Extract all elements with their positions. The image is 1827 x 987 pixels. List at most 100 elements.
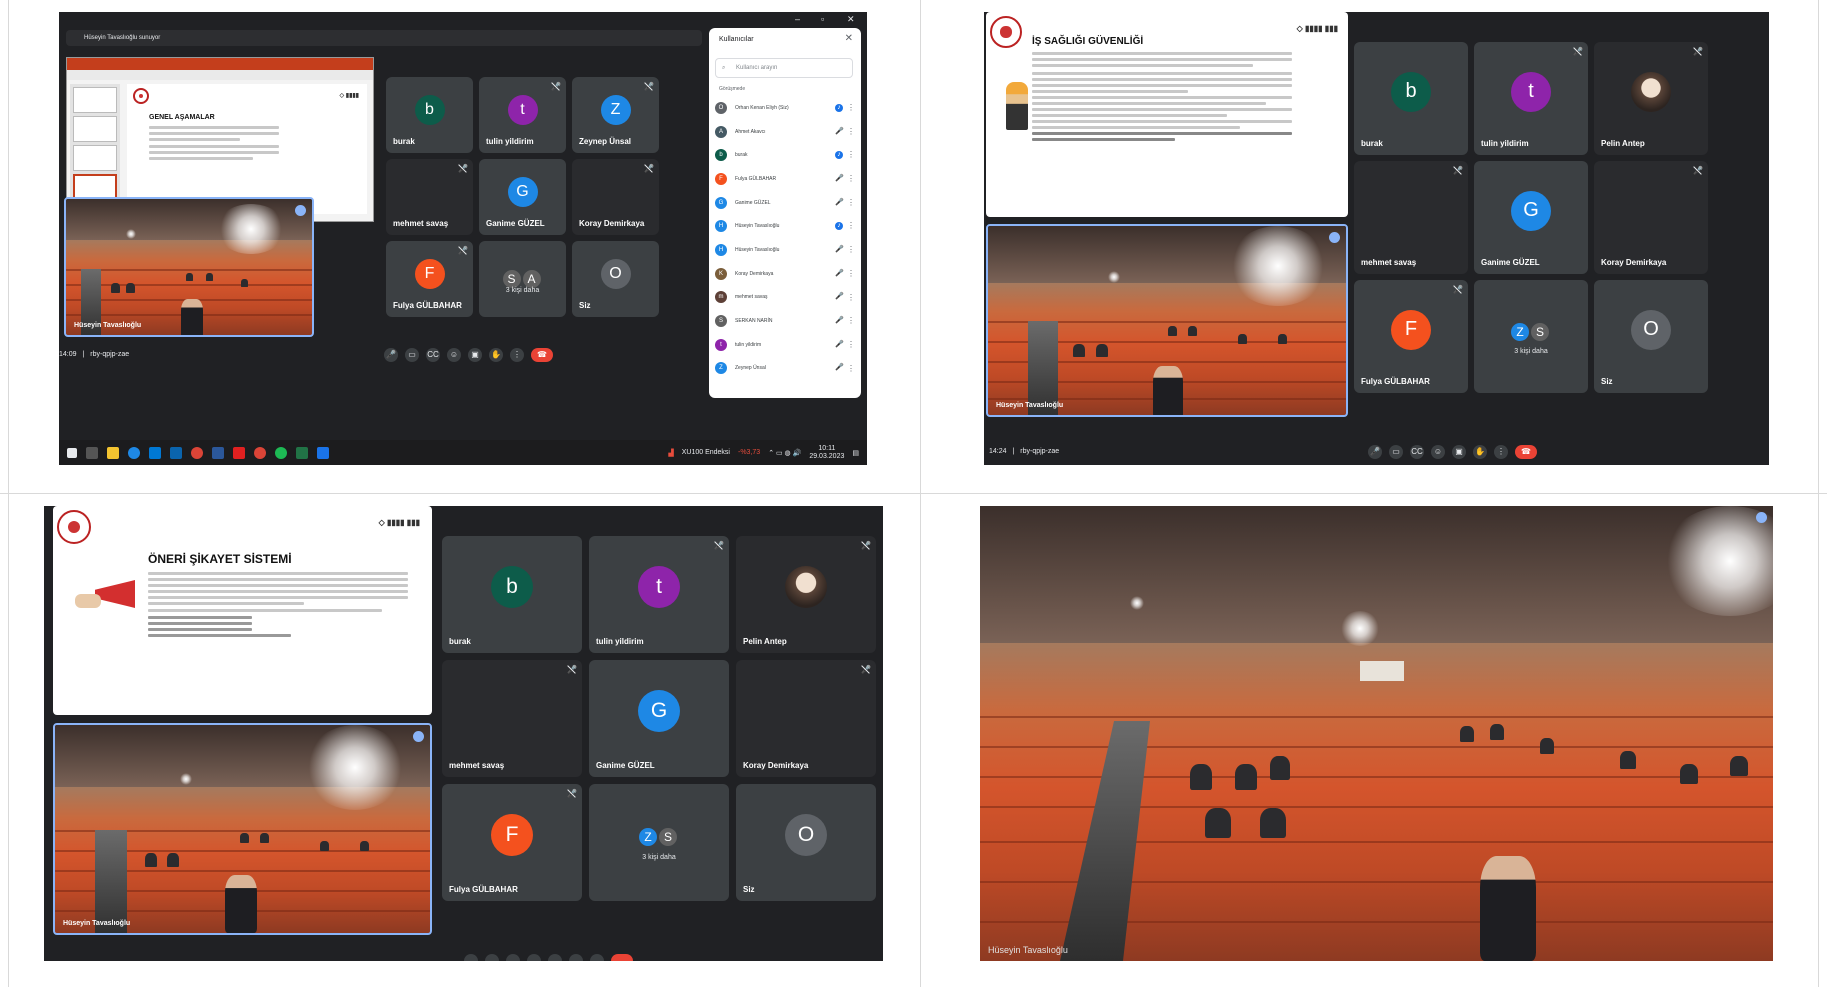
participant-tile[interactable]: Koray Demirkaya 🎤 — [736, 660, 876, 777]
captions-icon[interactable] — [506, 954, 520, 961]
participant-tile[interactable]: mehmet savaş 🎤 — [442, 660, 582, 777]
participant-tile[interactable]: b burak — [386, 77, 473, 153]
people-list-item[interactable]: b burak ♪ ⋮ — [715, 143, 857, 167]
more-options-icon[interactable]: ⋮ — [847, 340, 855, 349]
more-options-icon[interactable]: ⋮ — [847, 293, 855, 302]
participant-tile[interactable]: Pelin Antep 🎤 — [736, 536, 876, 653]
notifications-icon[interactable]: ▤ — [852, 449, 859, 457]
participant-tile[interactable]: b burak — [1354, 42, 1468, 155]
camera-tile-q3[interactable]: Hüseyin Tavaslıoğlu — [53, 723, 432, 935]
people-search-input[interactable]: ⌕ Kullanıcı arayın — [715, 58, 853, 78]
participant-tile[interactable]: O Siz — [1594, 280, 1708, 393]
people-list-item[interactable]: m mehmet savaş 🎤 ⋮ — [715, 286, 857, 310]
participant-tile[interactable]: G Ganime GÜZEL — [479, 159, 566, 235]
participant-tile[interactable]: G Ganime GÜZEL — [589, 660, 729, 777]
more-options-icon[interactable] — [590, 954, 604, 961]
participant-tile[interactable]: b burak — [442, 536, 582, 653]
people-list-item[interactable]: O Orhan Kenan Eliyh (Siz) ♪ ⋮ — [715, 96, 857, 120]
more-options-icon[interactable]: ⋮ — [847, 198, 855, 207]
more-options-icon[interactable]: ⋮ — [847, 221, 855, 230]
participant-tile[interactable]: SA3 kişi daha — [479, 241, 566, 317]
mic-icon[interactable]: 🎤 — [384, 348, 398, 362]
participant-tile[interactable]: Z Zeynep Ünsal 🎤 — [572, 77, 659, 153]
people-list-item[interactable]: S SERKAN NARİN 🎤 ⋮ — [715, 309, 857, 333]
participant-tile[interactable]: F Fulya GÜLBAHAR 🎤 — [442, 784, 582, 901]
present-icon[interactable]: ▣ — [1452, 445, 1466, 459]
people-list-item[interactable]: K Koray Demirkaya 🎤 ⋮ — [715, 262, 857, 286]
pin-icon[interactable] — [1329, 232, 1340, 243]
participant-tile[interactable]: t tulin yildirim 🎤 — [1474, 42, 1588, 155]
pin-icon[interactable] — [1756, 512, 1767, 523]
people-list-item[interactable]: F Fulya GÜLBAHAR 🎤 ⋮ — [715, 167, 857, 191]
pin-icon[interactable] — [295, 205, 306, 216]
participant-tile[interactable]: F Fulya GÜLBAHAR 🎤 — [1354, 280, 1468, 393]
more-options-icon[interactable]: ⋮ — [1494, 445, 1508, 459]
more-options-icon[interactable]: ⋮ — [510, 348, 524, 362]
participant-tile[interactable]: ZS 3 kişi daha — [1474, 280, 1588, 393]
emoji-icon[interactable]: ☺ — [447, 348, 461, 362]
present-icon[interactable]: ▣ — [468, 348, 482, 362]
mic-icon[interactable] — [464, 954, 478, 961]
camera-icon[interactable]: ▭ — [405, 348, 419, 362]
people-list-item[interactable]: H Hüseyin Tavaslıoğlu ♪ ⋮ — [715, 214, 857, 238]
emoji-icon[interactable] — [527, 954, 541, 961]
participant-tile[interactable]: t tulin yildirim 🎤 — [589, 536, 729, 653]
ticker-name[interactable]: XU100 Endeksi — [682, 449, 730, 456]
maximize-icon[interactable]: ▫ — [821, 14, 824, 24]
minimize-icon[interactable]: – — [795, 14, 800, 24]
people-list-item[interactable]: t tulin yildirim 🎤 ⋮ — [715, 333, 857, 357]
word-icon[interactable] — [212, 446, 224, 459]
camera-icon[interactable]: ▭ — [1389, 445, 1403, 459]
more-options-icon[interactable]: ⋮ — [847, 269, 855, 278]
end-call-button[interactable]: ☎ — [1515, 445, 1537, 459]
participant-tile[interactable]: Pelin Antep 🎤 — [1594, 42, 1708, 155]
chrome-icon-2[interactable] — [254, 446, 266, 459]
people-list-item[interactable]: Z Zeynep Ünsal 🎤 ⋮ — [715, 357, 857, 381]
more-options-icon[interactable]: ⋮ — [847, 316, 855, 325]
mail-icon[interactable] — [170, 446, 182, 459]
participant-tile[interactable]: Koray Demirkaya 🎤 — [1594, 161, 1708, 274]
acrobat-icon[interactable] — [233, 446, 245, 459]
pin-icon[interactable] — [413, 731, 424, 742]
explorer-icon[interactable] — [107, 446, 119, 459]
close-icon[interactable]: ✕ — [847, 14, 855, 25]
more-options-icon[interactable]: ⋮ — [847, 245, 855, 254]
participant-tile[interactable]: mehmet savaş 🎤 — [1354, 161, 1468, 274]
meet-app-icon[interactable] — [317, 446, 329, 459]
captions-icon[interactable]: CC — [1410, 445, 1424, 459]
more-options-icon[interactable]: ⋮ — [847, 150, 855, 159]
emoji-icon[interactable]: ☺ — [1431, 445, 1445, 459]
participant-tile[interactable]: mehmet savaş 🎤 — [386, 159, 473, 235]
edge-icon[interactable] — [128, 446, 140, 459]
spotify-icon[interactable] — [275, 446, 287, 459]
participant-tile[interactable]: Koray Demirkaya 🎤 — [572, 159, 659, 235]
clock[interactable]: 10:11 29.03.2023 — [809, 445, 844, 461]
excel-icon[interactable] — [296, 446, 308, 459]
close-panel-icon[interactable]: ✕ — [845, 33, 853, 44]
participant-tile[interactable]: t tulin yildirim 🎤 — [479, 77, 566, 153]
camera-tile-q1[interactable]: Hüseyin Tavaslıoğlu — [64, 197, 314, 337]
more-options-icon[interactable]: ⋮ — [847, 103, 855, 112]
captions-icon[interactable]: CC — [426, 348, 440, 362]
people-list-item[interactable]: A Ahmet Akavcı 🎤 ⋮ — [715, 120, 857, 144]
start-icon[interactable] — [67, 447, 77, 458]
participant-tile[interactable]: O Siz — [736, 784, 876, 901]
raise-hand-icon[interactable]: ✋ — [1473, 445, 1487, 459]
people-list-item[interactable]: G Ganime GÜZEL 🎤 ⋮ — [715, 191, 857, 215]
camera-icon[interactable] — [485, 954, 499, 961]
present-icon[interactable] — [548, 954, 562, 961]
task-view-icon[interactable] — [86, 446, 98, 459]
chrome-icon[interactable] — [191, 446, 203, 459]
tray-icons[interactable]: ⌃ ▭ ◍ 🔊 — [768, 449, 801, 457]
end-call-button[interactable] — [611, 954, 633, 961]
camera-tile-q2[interactable]: Hüseyin Tavaslıoğlu — [986, 224, 1348, 417]
participant-tile[interactable]: ZS 3 kişi daha — [589, 784, 729, 901]
end-call-button[interactable]: ☎ — [531, 348, 553, 362]
camera-fullscreen-q4[interactable]: Hüseyin Tavaslıoğlu — [980, 506, 1773, 961]
people-list-item[interactable]: H Hüseyin Tavaslıoğlu 🎤 ⋮ — [715, 238, 857, 262]
participant-tile[interactable]: O Siz — [572, 241, 659, 317]
mic-icon[interactable]: 🎤 — [1368, 445, 1382, 459]
raise-hand-icon[interactable] — [569, 954, 583, 961]
participant-tile[interactable]: G Ganime GÜZEL — [1474, 161, 1588, 274]
outlook-icon[interactable] — [149, 446, 161, 459]
